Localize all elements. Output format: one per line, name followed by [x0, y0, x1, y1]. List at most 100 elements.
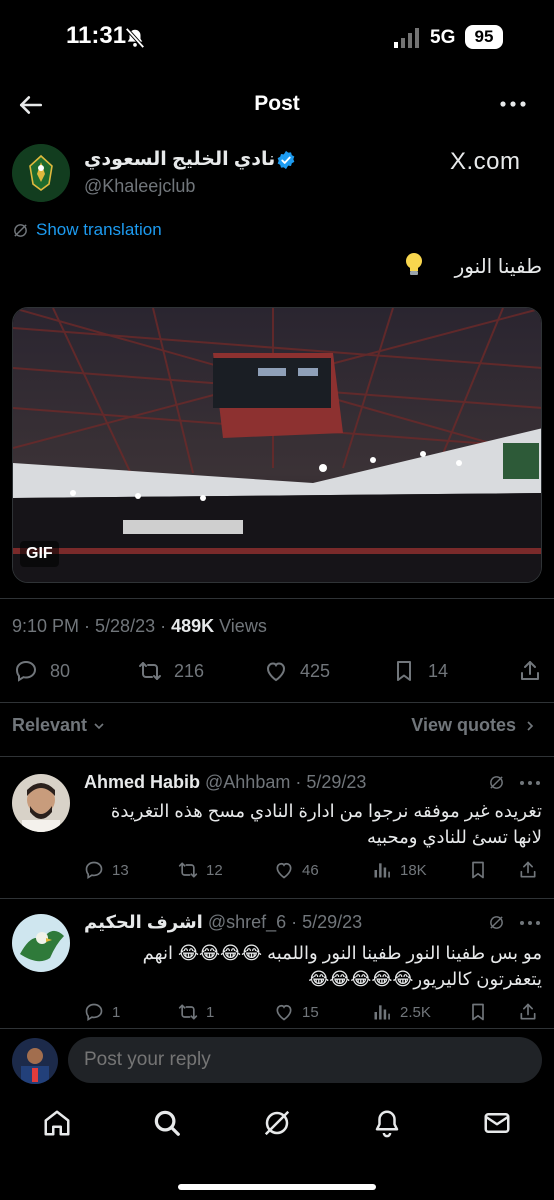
x-com-watermark: X.com	[450, 148, 521, 175]
heart-icon	[276, 862, 292, 879]
divider	[0, 1028, 554, 1029]
bell-off-icon	[125, 27, 145, 49]
gif-badge: GIF	[20, 541, 59, 567]
chevron-right-icon	[527, 720, 534, 731]
like-button[interactable]: 425	[264, 656, 330, 686]
share-button[interactable]	[518, 1002, 546, 1022]
like-count: 46	[302, 861, 319, 879]
bottom-tab-bar	[0, 1098, 554, 1158]
share-button[interactable]	[518, 860, 546, 880]
post-text: طفينا النور	[454, 256, 542, 278]
share-icon	[521, 661, 539, 680]
repost-icon	[178, 862, 198, 878]
eagle-avatar-image	[12, 914, 70, 972]
views-button[interactable]: 18K	[372, 860, 427, 880]
bookmark-icon	[397, 661, 411, 681]
post-media-gif[interactable]	[12, 307, 542, 583]
more-options-icon[interactable]	[518, 776, 542, 790]
post-actions: 80 216 425 14	[0, 656, 554, 686]
like-button[interactable]: 46	[274, 860, 319, 880]
author-display-name[interactable]: نادي الخليج السعودي	[84, 148, 275, 171]
views-count: 2.5K	[400, 1003, 431, 1021]
messages-icon[interactable]	[482, 1108, 512, 1138]
home-icon[interactable]	[42, 1108, 72, 1138]
sort-label: Relevant	[12, 715, 88, 735]
divider	[0, 598, 554, 599]
heart-icon	[276, 1004, 292, 1021]
like-count: 425	[300, 660, 331, 681]
light-bulb-icon	[406, 253, 422, 275]
bookmark-count: 14	[428, 660, 449, 681]
reply-count: 80	[50, 660, 71, 681]
reply-count: 13	[112, 861, 129, 879]
bookmark-button[interactable]: 14	[392, 656, 448, 686]
repost-count: 1	[206, 1003, 215, 1021]
post-timestamp: 9:10 PM · 5/28/23 ·	[12, 616, 172, 636]
verified-badge-icon	[277, 150, 295, 170]
bookmark-button[interactable]	[468, 860, 496, 880]
post-meta: 9:10 PM · 5/28/23 · 489K Views	[12, 616, 267, 637]
reply-author-name[interactable]: Ahmed Habib	[84, 772, 200, 792]
sort-relevant-dropdown[interactable]: Relevant	[12, 715, 107, 736]
views-label: Views	[214, 616, 267, 636]
reply-header: Ahmed Habib @Ahhbam · 5/29/23	[84, 772, 366, 793]
grok-icon[interactable]	[262, 1108, 292, 1138]
more-options-icon[interactable]	[518, 916, 542, 930]
search-icon[interactable]	[152, 1108, 182, 1138]
reply-actions: 1 1 15 2.5K	[84, 1002, 544, 1026]
reply-input[interactable]	[68, 1037, 542, 1083]
share-button[interactable]	[518, 656, 554, 686]
reply-icon	[85, 861, 103, 879]
reply-text: تغريده غير موفقه نرجوا من ادارة النادي م…	[110, 801, 542, 847]
repost-icon	[139, 662, 161, 680]
arena-ceiling-image	[13, 308, 541, 582]
views-button[interactable]: 2.5K	[372, 1002, 431, 1022]
like-button[interactable]: 15	[274, 1002, 319, 1022]
share-icon	[520, 1003, 536, 1020]
battery-indicator: 95	[465, 25, 503, 49]
club-logo-icon	[12, 144, 70, 202]
reply-button[interactable]: 13	[84, 860, 129, 880]
reply-avatar[interactable]	[12, 914, 70, 972]
reply-icon	[85, 1003, 103, 1021]
divider	[0, 898, 554, 899]
my-avatar[interactable]	[12, 1038, 58, 1084]
reply-actions: 13 12 46 18K	[84, 860, 544, 884]
like-count: 15	[302, 1003, 319, 1021]
reply-button[interactable]: 80	[14, 656, 70, 686]
show-translation-link[interactable]: Show translation	[36, 220, 162, 240]
share-icon	[520, 861, 536, 878]
reply-button[interactable]: 1	[84, 1002, 120, 1022]
divider	[0, 756, 554, 757]
notifications-icon[interactable]	[372, 1108, 402, 1138]
divider	[0, 702, 554, 703]
reply-author-name[interactable]: اشرف الحكيم	[84, 912, 203, 932]
my-avatar-image	[12, 1038, 58, 1084]
grok-icon[interactable]	[488, 914, 505, 931]
bookmark-button[interactable]	[468, 1002, 496, 1022]
repost-button[interactable]: 1	[178, 1002, 214, 1022]
view-quotes-link[interactable]: View quotes	[411, 715, 538, 736]
author-avatar[interactable]	[12, 144, 70, 202]
chevron-down-icon	[94, 722, 104, 729]
more-options-icon[interactable]	[498, 94, 528, 114]
repost-button[interactable]: 12	[178, 860, 223, 880]
views-count: 18K	[400, 861, 427, 879]
page-title: Post	[254, 92, 300, 115]
repost-icon	[178, 1004, 198, 1020]
repost-button[interactable]: 216	[138, 656, 204, 686]
signal-icon	[394, 28, 419, 48]
views-count: 489K	[171, 616, 215, 636]
reply-author-meta: @shref_6 · 5/29/23	[202, 912, 363, 932]
author-handle[interactable]: @Khaleejclub	[84, 176, 195, 197]
reply-icon	[15, 660, 37, 682]
view-quotes-label: View quotes	[411, 715, 516, 735]
grok-icon[interactable]	[488, 774, 505, 791]
reply-avatar[interactable]	[12, 774, 70, 832]
heart-icon	[266, 662, 286, 682]
bookmark-icon	[472, 861, 484, 879]
reply-header: اشرف الحكيم @shref_6 · 5/29/23	[84, 912, 362, 933]
bookmark-icon	[472, 1003, 484, 1021]
network-type: 5G	[430, 27, 456, 48]
home-indicator[interactable]	[178, 1184, 376, 1190]
